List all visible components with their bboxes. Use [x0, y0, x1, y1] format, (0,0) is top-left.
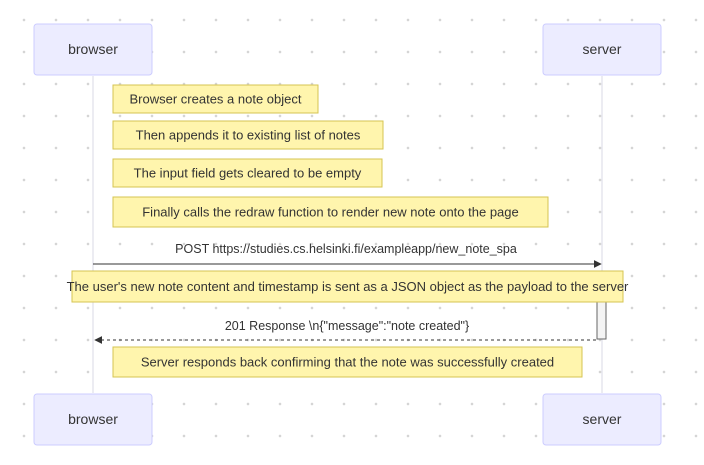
- actor-server-top-label: server: [583, 41, 622, 57]
- actor-server-top: server: [542, 23, 662, 76]
- note-redraw: Finally calls the redraw function to ren…: [112, 196, 549, 228]
- actor-browser-bottom: browser: [33, 393, 153, 446]
- actor-server-bottom: server: [542, 393, 662, 446]
- note-append: Then appends it to existing list of note…: [112, 120, 384, 150]
- note-clear-input: The input field gets cleared to be empty: [112, 158, 383, 188]
- note-confirm: Server responds back confirming that the…: [112, 346, 583, 378]
- actor-server-bottom-label: server: [583, 411, 622, 427]
- actor-browser-top: browser: [33, 23, 153, 76]
- message-post-label: POST https://studies.cs.helsinki.fi/exam…: [175, 242, 517, 256]
- sequence-diagram: browser server Browser creates a note ob…: [33, 23, 662, 446]
- note-payload: The user's new note content and timestam…: [67, 270, 629, 303]
- note-redraw-text: Finally calls the redraw function to ren…: [142, 205, 519, 220]
- note-confirm-text: Server responds back confirming that the…: [141, 355, 554, 370]
- note-payload-text: The user's new note content and timestam…: [67, 279, 629, 294]
- note-create-object: Browser creates a note object: [112, 84, 319, 114]
- note-append-text: Then appends it to existing list of note…: [136, 128, 361, 143]
- actor-browser-top-label: browser: [68, 41, 118, 57]
- note-create-object-text: Browser creates a note object: [130, 92, 302, 107]
- note-clear-input-text: The input field gets cleared to be empty: [134, 166, 362, 181]
- message-response-label: 201 Response \n{"message":"note created"…: [225, 319, 469, 333]
- actor-browser-bottom-label: browser: [68, 411, 118, 427]
- server-activation-box: [596, 301, 607, 340]
